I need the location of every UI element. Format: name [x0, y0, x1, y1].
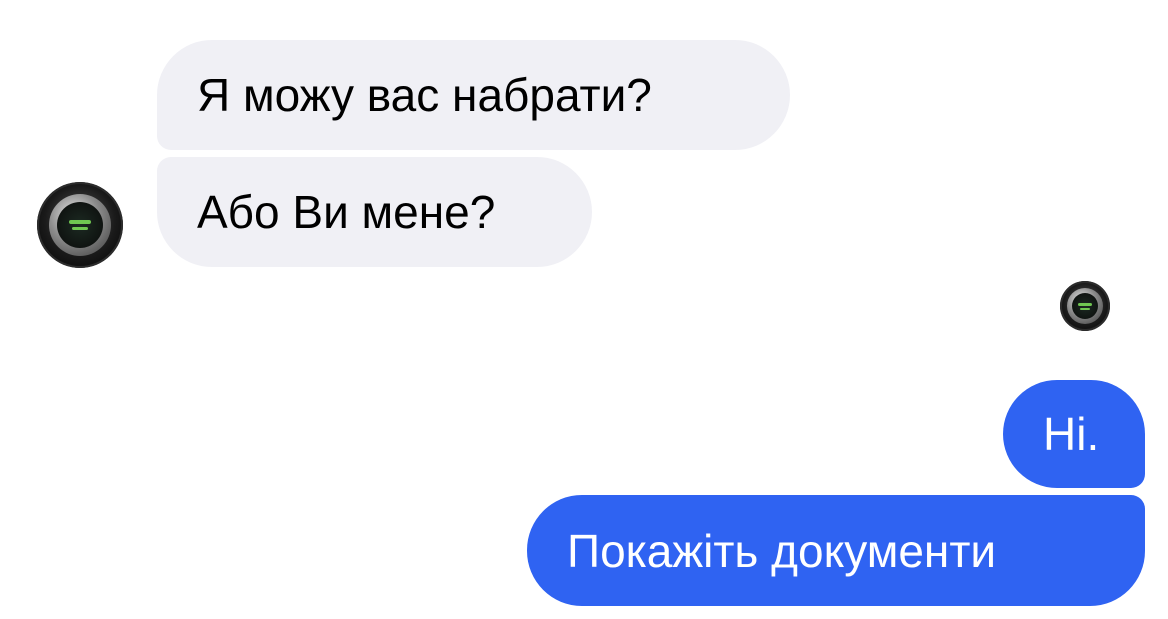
- message-text: Покажіть документи: [567, 524, 997, 577]
- avatar-core: [1072, 293, 1098, 319]
- message-text: Я можу вас набрати?: [197, 69, 652, 121]
- avatar-glow: [1078, 303, 1092, 306]
- avatar-glow: [69, 220, 91, 224]
- outgoing-message-bubble[interactable]: Ні.: [1003, 380, 1145, 488]
- avatar-core: [57, 202, 103, 248]
- incoming-message-bubble[interactable]: Я можу вас набрати?: [157, 40, 790, 150]
- outgoing-message-bubble[interactable]: Покажіть документи: [527, 495, 1145, 606]
- message-text: Ні.: [1043, 408, 1100, 460]
- incoming-message-bubble[interactable]: Або Ви мене?: [157, 157, 592, 267]
- avatar-glow: [1080, 308, 1090, 310]
- avatar-glow: [72, 227, 88, 230]
- read-receipt-avatar-icon: [1060, 281, 1110, 331]
- chat-thread: Я можу вас набрати? Або Ви мене? Ні. Пок…: [0, 0, 1168, 619]
- contact-avatar-icon[interactable]: [37, 182, 123, 268]
- message-text: Або Ви мене?: [197, 186, 496, 238]
